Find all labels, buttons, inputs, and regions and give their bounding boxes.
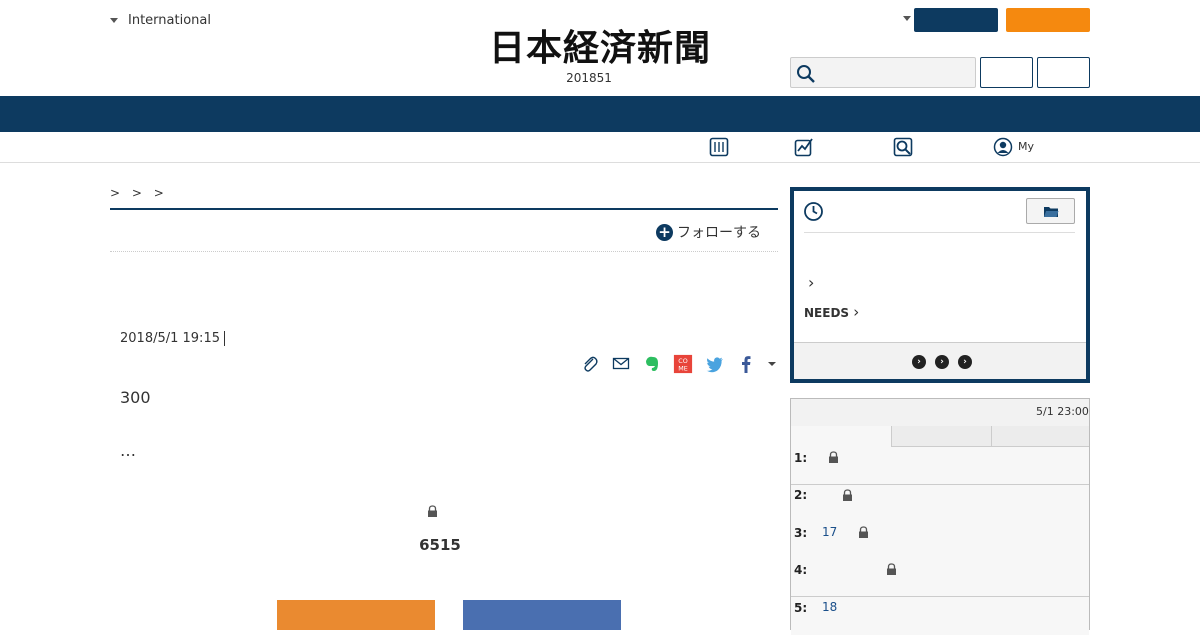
clip-icon[interactable]: [580, 354, 600, 374]
breadcrumb[interactable]: > > >: [110, 186, 164, 200]
rank-number: 3:: [794, 526, 808, 540]
comemo-icon[interactable]: CO ME: [673, 354, 693, 374]
chevron-down-icon[interactable]: [903, 16, 911, 21]
logo-date: 201851: [566, 71, 612, 85]
folder-button[interactable]: [1026, 198, 1075, 224]
follow-label: フォローする: [677, 225, 761, 241]
svg-text:ME: ME: [678, 365, 688, 372]
search-box[interactable]: [790, 57, 976, 88]
header-outline-button-a[interactable]: [980, 57, 1033, 88]
arrow-circle-icon[interactable]: ›: [958, 355, 972, 369]
section-divider: [110, 208, 778, 210]
header-navy-button[interactable]: [914, 8, 998, 32]
more-icon[interactable]: [762, 354, 782, 374]
lock-icon: [859, 526, 868, 538]
rank-number: 2:: [794, 488, 808, 502]
main-nav-bar[interactable]: [0, 96, 1200, 132]
needs-link[interactable]: NEEDS ›: [804, 303, 859, 321]
ranking-updated-time: 5/1 23:00: [1036, 405, 1089, 418]
ranking-row[interactable]: [791, 559, 1089, 597]
chevron-right-icon: ›: [853, 303, 860, 321]
ranking-tab-2[interactable]: [891, 426, 991, 447]
search-icon[interactable]: [796, 64, 816, 84]
user-icon[interactable]: [993, 137, 1013, 157]
lock-icon: [428, 505, 437, 517]
dateline-separator: [224, 331, 225, 346]
lock-icon: [887, 563, 896, 575]
twitter-icon[interactable]: [705, 354, 725, 374]
arrow-circle-icon[interactable]: ›: [935, 355, 949, 369]
header-outline-button-b[interactable]: [1037, 57, 1090, 88]
lock-icon: [829, 451, 838, 463]
ranking-row[interactable]: [791, 485, 1089, 523]
history-divider: [804, 232, 1075, 233]
plus-icon: +: [656, 223, 673, 241]
header-orange-button[interactable]: [1006, 8, 1090, 32]
mail-icon[interactable]: [611, 354, 631, 374]
edition-selector[interactable]: International: [110, 11, 211, 29]
chevron-right-icon[interactable]: ›: [808, 273, 814, 292]
facebook-icon[interactable]: [736, 354, 756, 374]
figure-bar-orange: [277, 600, 435, 630]
ranking-tab-1[interactable]: [791, 426, 891, 447]
my-page-label[interactable]: My: [1018, 140, 1034, 153]
ranking-link[interactable]: 18: [822, 600, 837, 614]
ranking-tab-3[interactable]: [991, 426, 1089, 447]
figure-number: 6515: [419, 536, 461, 554]
article-lead: 300: [120, 388, 151, 407]
ranking-link[interactable]: 17: [822, 525, 837, 539]
evernote-icon[interactable]: [642, 354, 662, 374]
search-icon[interactable]: [893, 137, 913, 157]
lock-icon: [843, 489, 852, 501]
needs-label: NEEDS: [804, 306, 850, 320]
newspaper-icon[interactable]: [709, 137, 729, 157]
chart-icon[interactable]: [794, 137, 814, 157]
article-dateline: 2018/5/1 19:15: [120, 331, 220, 346]
dotted-divider: [110, 251, 778, 252]
svg-text:CO: CO: [678, 358, 687, 365]
rank-number: 4:: [794, 563, 808, 577]
chevron-down-icon: [110, 17, 118, 23]
rank-number: 1:: [794, 451, 808, 465]
folder-icon: [1044, 207, 1059, 217]
follow-button[interactable]: + フォローする: [656, 222, 761, 242]
figure-bar-blue: [463, 600, 621, 630]
rank-number: 5:: [794, 601, 808, 615]
clock-icon: [804, 202, 823, 221]
site-logo[interactable]: 日本経済新聞: [452, 28, 748, 68]
arrow-circle-icon[interactable]: ›: [912, 355, 926, 369]
edition-label: International: [128, 12, 211, 28]
article-ellipsis: …: [120, 441, 136, 460]
